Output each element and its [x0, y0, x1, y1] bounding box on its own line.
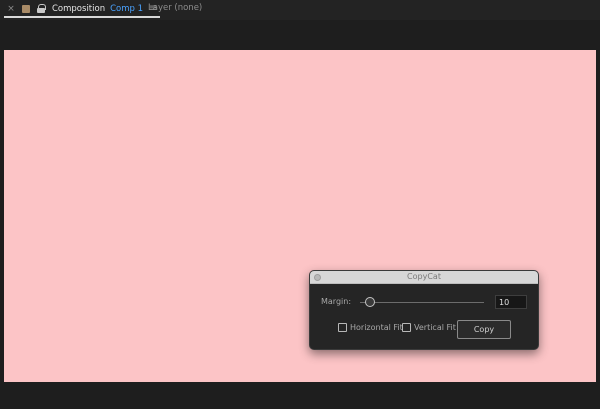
panel-title: CopyCat — [407, 272, 441, 281]
copycat-panel: CopyCat Margin: 10 Horizontal Fit Vertic… — [309, 270, 539, 350]
copy-button[interactable]: Copy — [457, 320, 511, 339]
tab-composition-label: Composition — [52, 3, 106, 14]
vertical-fit-box[interactable] — [402, 323, 411, 332]
vertical-fit-label: Vertical Fit — [414, 323, 456, 332]
horizontal-fit-checkbox[interactable]: Horizontal Fit — [338, 323, 403, 332]
tab-layer[interactable]: Layer (none) — [148, 3, 202, 13]
lock-icon[interactable] — [37, 4, 46, 13]
horizontal-fit-label: Horizontal Fit — [350, 323, 403, 332]
margin-slider[interactable] — [360, 302, 484, 303]
horizontal-fit-box[interactable] — [338, 323, 347, 332]
margin-label: Margin: — [321, 297, 352, 306]
tab-composition[interactable]: × Composition Comp 1 ≡ — [4, 1, 161, 18]
close-icon[interactable]: × — [7, 4, 15, 14]
margin-input[interactable]: 10 — [495, 295, 527, 309]
margin-slider-thumb[interactable] — [364, 297, 375, 307]
panel-tab-bar: × Composition Comp 1 ≡ Layer (none) — [0, 0, 600, 20]
tab-comp-name[interactable]: Comp 1 — [110, 4, 143, 14]
vertical-fit-checkbox[interactable]: Vertical Fit — [402, 323, 456, 332]
panel-titlebar[interactable]: CopyCat — [310, 271, 538, 284]
label-color-icon[interactable] — [22, 4, 30, 13]
composition-viewer — [0, 20, 600, 409]
